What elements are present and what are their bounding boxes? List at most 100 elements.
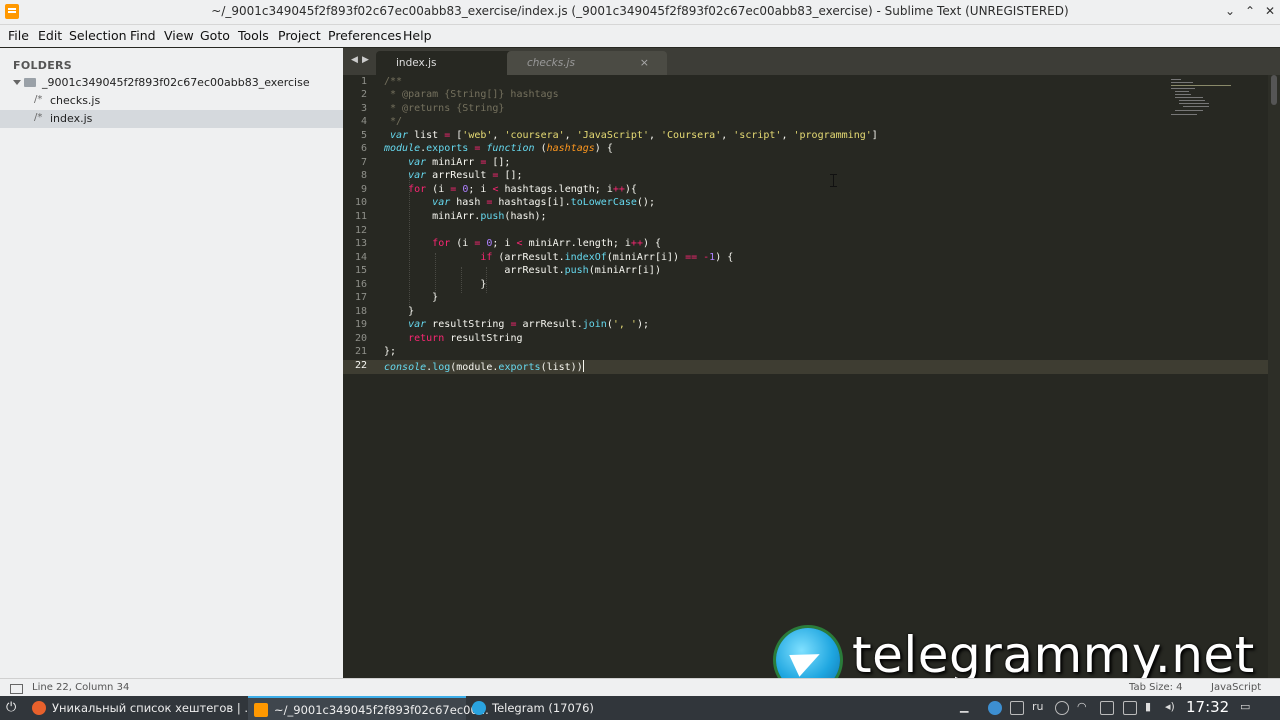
code-line: var miniArr = [];: [408, 157, 511, 168]
notifications-icon[interactable]: [1123, 701, 1137, 715]
window-title: ~/_9001c349045f2f893f02c67ec00abb83_exer…: [211, 4, 1069, 18]
line-number: 1: [360, 76, 367, 87]
menu-selection[interactable]: Selection: [69, 28, 127, 43]
sidebar-folder[interactable]: _9001c349045f2f893f02c67ec00abb83_exerci…: [0, 74, 343, 92]
minimap[interactable]: [1171, 79, 1241, 115]
line-number-current: 22: [354, 360, 367, 371]
code-line: * @param {String[]} hashtags: [384, 89, 559, 100]
folder-icon: [24, 78, 36, 87]
sidebar-file-index[interactable]: /* index.js: [0, 110, 343, 128]
show-desktop-icon[interactable]: ▭: [1240, 700, 1250, 713]
code-line: var resultString = arrResult.join(', ');: [408, 319, 649, 330]
tray-expand-icon[interactable]: ▁: [960, 700, 968, 713]
line-number: 21: [354, 346, 367, 357]
syntax-indicator[interactable]: JavaScript: [1211, 682, 1261, 693]
folders-heading: FOLDERS: [13, 59, 73, 72]
caret-down-icon[interactable]: [13, 80, 21, 85]
cursor-position: Line 22, Column 34: [32, 682, 130, 693]
panel-toggle-icon[interactable]: [10, 684, 23, 694]
tab-bar: ◀ ▶ index.js × checks.js ×: [343, 48, 1280, 75]
folder-label: _9001c349045f2f893f02c67ec00abb83_exerci…: [42, 76, 310, 89]
menu-edit[interactable]: Edit: [38, 28, 62, 43]
tray-app-icon[interactable]: [988, 701, 1002, 715]
menu-preferences[interactable]: Preferences: [328, 28, 402, 43]
line-number: 11: [354, 211, 367, 222]
menu-project[interactable]: Project: [278, 28, 321, 43]
volume-icon[interactable]: ◂): [1165, 700, 1175, 713]
code-line: var hash = hashtags[i].toLowerCase();: [432, 197, 655, 208]
code-line: /**: [384, 76, 403, 87]
app-launcher-icon[interactable]: ⏻: [6, 701, 20, 715]
tab-next-icon[interactable]: ▶: [362, 55, 369, 65]
sidebar-file-checks[interactable]: /* checks.js: [0, 92, 343, 110]
keyboard-icon[interactable]: [1010, 701, 1024, 715]
wifi-icon[interactable]: ◠: [1077, 700, 1087, 713]
line-number: 8: [360, 170, 367, 181]
menu-view[interactable]: View: [164, 28, 194, 43]
clock[interactable]: 17:32: [1186, 698, 1229, 716]
code-line: miniArr.push(hash);: [384, 211, 547, 222]
tab-label: index.js: [396, 57, 437, 69]
sidebar: FOLDERS _9001c349045f2f893f02c67ec00abb8…: [0, 48, 343, 678]
line-number: 13: [354, 238, 367, 249]
task-label: Telegram (17076): [492, 701, 594, 715]
task-firefox[interactable]: Уникальный список хештегов | ...: [26, 696, 255, 720]
firefox-icon: [32, 701, 46, 715]
code-line: var list = ['web', 'coursera', 'JavaScri…: [390, 130, 878, 141]
tab-prev-icon[interactable]: ◀: [351, 55, 358, 65]
code-editor[interactable]: 1 2 3 4 5 6 7 8 9 10 11 12 13 14 15 16 1…: [343, 75, 1280, 678]
keyboard-layout[interactable]: ru: [1032, 700, 1044, 713]
telegram-icon: [472, 701, 486, 715]
code-line: * @returns {String}: [384, 103, 505, 114]
line-number: 17: [354, 292, 367, 303]
code-line: var arrResult = [];: [408, 170, 523, 181]
line-number: 7: [360, 157, 367, 168]
text-caret: [582, 360, 584, 372]
line-number: 6: [360, 143, 367, 154]
code-line: */: [384, 116, 403, 127]
code-line: for (i = 0; i < hashtags.length; i++){: [408, 184, 637, 195]
line-number: 14: [354, 252, 367, 263]
clipboard-icon[interactable]: [1100, 701, 1114, 715]
taskbar: ⏻ Уникальный список хештегов | ... ~/_90…: [0, 696, 1280, 720]
close-window-icon[interactable]: ✕: [1262, 3, 1278, 19]
line-number: 3: [360, 103, 367, 114]
menu-goto[interactable]: Goto: [200, 28, 230, 43]
file-label: index.js: [50, 112, 93, 125]
line-number: 20: [354, 333, 367, 344]
scrollbar-thumb[interactable]: [1271, 75, 1277, 105]
menu-tools[interactable]: Tools: [238, 28, 269, 43]
status-bar: Line 22, Column 34 Tab Size: 4 JavaScrip…: [0, 678, 1280, 697]
menu-find[interactable]: Find: [130, 28, 156, 43]
tab-close-icon[interactable]: ×: [640, 56, 649, 69]
code-line: }: [384, 292, 439, 303]
task-sublime[interactable]: ~/_9001c349045f2f893f02c67ec00...: [248, 696, 489, 720]
menu-help[interactable]: Help: [403, 28, 432, 43]
line-number: 4: [360, 116, 367, 127]
tab-checks-js[interactable]: checks.js ×: [507, 51, 667, 75]
menu-file[interactable]: File: [8, 28, 29, 43]
code-line: }: [384, 279, 487, 290]
line-number: 9: [360, 184, 367, 195]
file-label: checks.js: [50, 94, 101, 107]
code-line: module.exports = function (hashtags) {: [384, 143, 613, 154]
line-number: 10: [354, 197, 367, 208]
maximize-chevron-up-icon[interactable]: ⌃: [1242, 3, 1258, 19]
tab-size-indicator[interactable]: Tab Size: 4: [1129, 682, 1183, 693]
title-bar: ~/_9001c349045f2f893f02c67ec00abb83_exer…: [0, 0, 1280, 25]
vertical-scrollbar[interactable]: [1268, 75, 1280, 678]
task-label: Уникальный список хештегов | ...: [52, 701, 256, 715]
line-number: 12: [354, 225, 367, 236]
minimize-chevron-down-icon[interactable]: ⌄: [1222, 3, 1238, 19]
line-number: 2: [360, 89, 367, 100]
code-line: for (i = 0; i < miniArr.length; i++) {: [432, 238, 662, 249]
task-telegram[interactable]: Telegram (17076): [466, 696, 686, 720]
code-line-current: console.log(module.exports(list)): [384, 360, 584, 373]
battery-icon[interactable]: ▮: [1145, 700, 1151, 713]
file-icon: /*: [34, 112, 43, 123]
updates-icon[interactable]: [1055, 701, 1069, 715]
line-number: 19: [354, 319, 367, 330]
line-number: 15: [354, 265, 367, 276]
line-number: 18: [354, 306, 367, 317]
file-icon: /*: [34, 94, 43, 105]
